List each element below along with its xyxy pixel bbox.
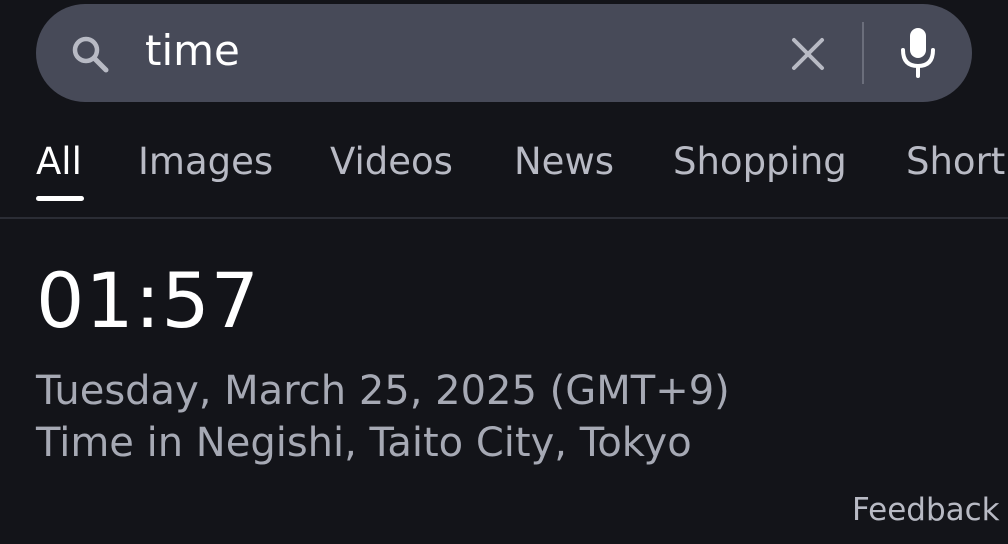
tab-videos[interactable]: Videos (330, 138, 453, 186)
search-tabs: All Images Videos News Shopping Short (0, 130, 1008, 218)
close-icon[interactable] (784, 30, 832, 78)
microphone-icon[interactable] (892, 24, 944, 80)
tab-all[interactable]: All (36, 138, 82, 186)
tab-news[interactable]: News (514, 138, 614, 186)
feedback-link[interactable]: Feedback (852, 490, 1000, 530)
time-location: Time in Negishi, Taito City, Tokyo (36, 420, 692, 466)
search-icon (72, 36, 109, 73)
tab-shopping[interactable]: Shopping (673, 138, 847, 186)
current-date: Tuesday, March 25, 2025 (GMT+9) (36, 368, 730, 414)
page: time All Images Videos News Shopping Sho… (0, 0, 1008, 544)
tabs-divider (0, 217, 1008, 219)
search-input[interactable]: time (145, 25, 240, 77)
tab-shorts[interactable]: Short (906, 138, 1005, 186)
search-divider (862, 22, 864, 84)
tab-images[interactable]: Images (138, 138, 273, 186)
current-time: 01:57 (36, 256, 261, 345)
tab-active-indicator (36, 196, 84, 201)
